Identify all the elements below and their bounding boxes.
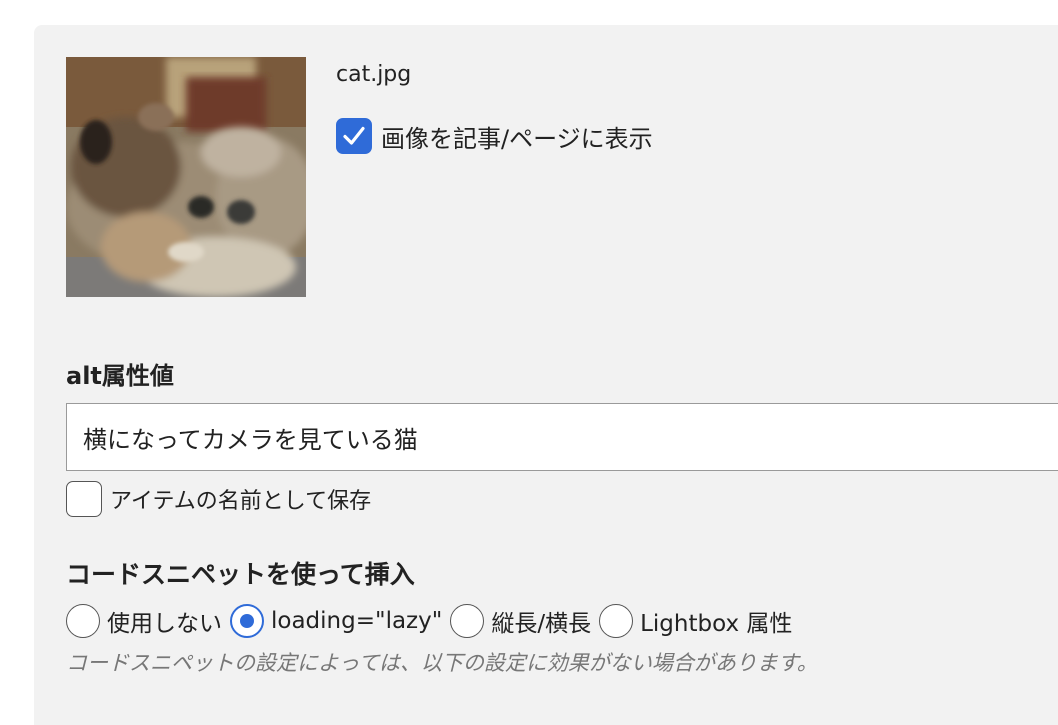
image-thumbnail (66, 57, 306, 297)
cat-photo-thumbnail-icon (66, 57, 306, 297)
save-as-name-checkbox[interactable] (66, 481, 102, 517)
radio-label-orientation: 縦長/横長 (491, 611, 592, 637)
image-filename: cat.jpg (336, 62, 412, 87)
radio-option-none[interactable]: 使用しない (66, 604, 222, 638)
radio-option-lightbox[interactable]: Lightbox 属性 (599, 604, 792, 638)
save-as-name-label: アイテムの名前として保存 (110, 489, 372, 514)
radio-label-lightbox: Lightbox 属性 (640, 611, 793, 637)
show-image-label: 画像を記事/ページに表示 (381, 124, 653, 153)
radio-button-selected[interactable] (230, 604, 264, 638)
radio-button[interactable] (66, 604, 100, 638)
snippet-radio-group: 使用しない loading="lazy" 縦長/横長 Lightbox 属性 (66, 603, 800, 639)
radio-button[interactable] (599, 604, 634, 638)
radio-option-lazy[interactable]: loading="lazy" (230, 604, 442, 638)
radio-label-lazy: loading="lazy" (271, 608, 443, 634)
checkmark-icon (343, 126, 365, 145)
save-as-name-checkbox-row[interactable]: アイテムの名前として保存 (66, 481, 371, 517)
alt-text-input[interactable] (66, 403, 1058, 471)
radio-label-none: 使用しない (107, 611, 222, 637)
snippet-heading: コードスニペットを使って挿入 (66, 560, 415, 589)
alt-heading: alt属性値 (66, 362, 174, 390)
show-image-checkbox[interactable] (336, 118, 372, 154)
radio-option-orientation[interactable]: 縦長/横長 (450, 604, 591, 638)
snippet-note: コードスニペットの設定によっては、以下の設定に効果がない場合があります。 (66, 651, 818, 675)
radio-button[interactable] (450, 604, 485, 638)
show-image-checkbox-row[interactable]: 画像を記事/ページに表示 (336, 118, 653, 154)
radio-dot-icon (240, 614, 254, 628)
